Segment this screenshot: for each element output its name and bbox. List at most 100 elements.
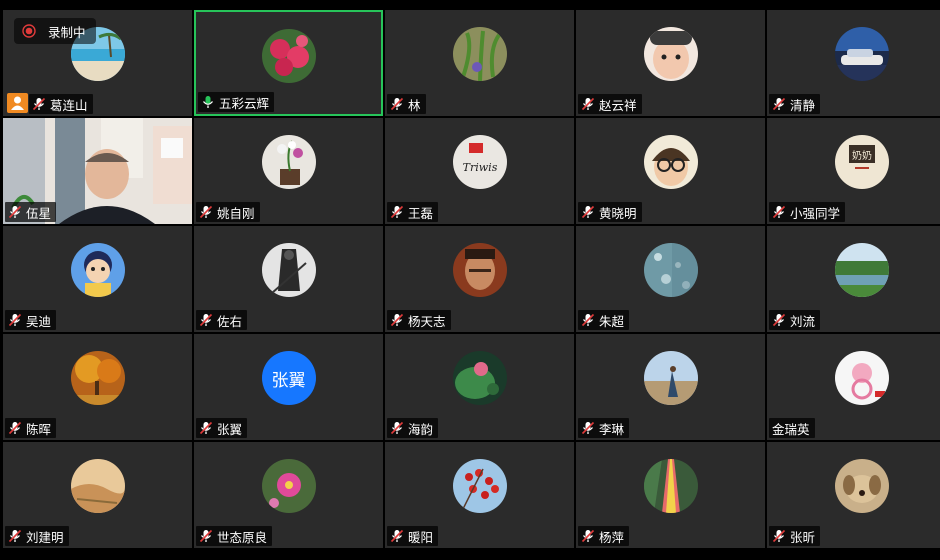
participant-tile[interactable]: 五彩云辉 (194, 10, 383, 116)
microphone-muted-icon (390, 313, 404, 327)
participant-name-tag: 金瑞英 (769, 418, 815, 438)
participant-name: 葛连山 (50, 97, 88, 113)
participant-tile[interactable]: 吴迪 (3, 226, 192, 332)
participant-tile[interactable]: 杨天志 (385, 226, 574, 332)
participant-name-tag: 张翼 (196, 418, 248, 438)
participant-name-tag: 李琳 (578, 418, 630, 438)
microphone-muted-icon (581, 529, 595, 543)
microphone-muted-icon (390, 205, 404, 219)
avatar (834, 27, 889, 81)
svg-text:奶奶: 奶奶 (852, 150, 872, 162)
participant-tile[interactable]: 黄晓明 (576, 118, 765, 224)
participant-tile[interactable]: 林 (385, 10, 574, 116)
microphone-muted-icon (581, 205, 595, 219)
microphone-muted-icon (199, 205, 213, 219)
microphone-muted-icon (8, 313, 22, 327)
participant-tile[interactable]: 刘建明 (3, 442, 192, 548)
participant-name-tag: 杨天志 (387, 310, 451, 330)
participant-tile[interactable]: 杨萍 (576, 442, 765, 548)
recording-label: 录制中 (48, 24, 86, 40)
microphone-muted-icon (8, 529, 22, 543)
participant-name: 吴迪 (26, 313, 52, 329)
microphone-muted-icon (581, 313, 595, 327)
participant-name-tag: 清静 (769, 94, 821, 114)
avatar (70, 459, 125, 513)
participant-name-tag: 刘流 (769, 310, 821, 330)
participant-name-tag: 佐右 (196, 310, 248, 330)
microphone-icon (202, 96, 214, 108)
participant-tile[interactable]: 暖阳 (385, 442, 574, 548)
participant-name: 黄晓明 (599, 205, 637, 221)
avatar (261, 459, 316, 513)
avatar (261, 29, 316, 83)
participant-name: 杨萍 (599, 529, 625, 545)
recording-indicator[interactable]: 录制中 (14, 18, 96, 44)
microphone-muted-icon (772, 205, 786, 219)
avatar: 张翼 (261, 351, 316, 405)
participant-name: 张昕 (790, 529, 816, 545)
participant-tile[interactable]: 陈晖 (3, 334, 192, 440)
participant-name: 刘流 (790, 313, 816, 329)
participant-tile[interactable]: 伍星 (3, 118, 192, 224)
microphone-muted-icon (8, 205, 22, 219)
participant-name-tag: 黄晓明 (578, 202, 642, 222)
participant-tile[interactable]: 刘流 (767, 226, 940, 332)
participant-name-tag: 赵云祥 (578, 94, 642, 114)
microphone-muted-icon (390, 529, 404, 543)
svg-text:Triwis: Triwis (462, 161, 497, 174)
avatar: 奶奶 (834, 135, 889, 189)
avatar (452, 243, 507, 297)
participant-tile[interactable]: 海韵 (385, 334, 574, 440)
participant-name: 刘建明 (26, 529, 64, 545)
participant-tile[interactable]: 奶奶小强同学 (767, 118, 940, 224)
participant-name: 清静 (790, 97, 816, 113)
participant-name: 姚自刚 (217, 205, 255, 221)
participant-name-tag: 朱超 (578, 310, 630, 330)
avatar (261, 135, 316, 189)
avatar (70, 351, 125, 405)
participant-name: 世态原良 (217, 529, 268, 545)
avatar (834, 243, 889, 297)
participant-name: 金瑞英 (772, 421, 810, 437)
participant-name: 五彩云辉 (219, 95, 270, 111)
participant-tile[interactable]: 世态原良 (194, 442, 383, 548)
microphone-muted-icon (199, 313, 213, 327)
microphone-muted-icon (581, 97, 595, 111)
microphone-muted-icon (390, 421, 404, 435)
participant-name: 赵云祥 (599, 97, 637, 113)
participant-name-tag: 小强同学 (769, 202, 846, 222)
participant-name-tag: 陈晖 (5, 418, 57, 438)
participant-tile[interactable]: 姚自刚 (194, 118, 383, 224)
participant-tile[interactable]: 佐右 (194, 226, 383, 332)
avatar (452, 351, 507, 405)
avatar (643, 351, 698, 405)
participant-tile[interactable]: 清静 (767, 10, 940, 116)
participant-name: 小强同学 (790, 205, 841, 221)
participant-name: 杨天志 (408, 313, 446, 329)
participant-name-tag: 王磊 (387, 202, 439, 222)
avatar (452, 459, 507, 513)
participant-tile[interactable]: 赵云祥 (576, 10, 765, 116)
participant-name-tag: 世态原良 (196, 526, 273, 546)
avatar (834, 459, 889, 513)
participant-tile[interactable]: 金瑞英 (767, 334, 940, 440)
participant-name: 王磊 (408, 205, 434, 221)
microphone-muted-icon (772, 529, 786, 543)
microphone-muted-icon (772, 313, 786, 327)
participant-tile[interactable]: 朱超 (576, 226, 765, 332)
participant-tile[interactable]: 张昕 (767, 442, 940, 548)
avatar (643, 27, 698, 81)
participant-grid: 葛连山 五彩云辉林赵云祥 清静 伍星 姚自刚 Triwis 王磊 黄晓明 奶奶 小强同学 吴迪 佐右杨… (0, 10, 940, 550)
participant-tile[interactable]: 李琳 (576, 334, 765, 440)
participant-name: 暖阳 (408, 529, 434, 545)
microphone-muted-icon (199, 529, 213, 543)
participant-name-tag: 张昕 (769, 526, 821, 546)
avatar (70, 243, 125, 297)
record-icon (22, 24, 36, 38)
participant-name-tag: 海韵 (387, 418, 439, 438)
host-badge-icon (7, 93, 28, 113)
avatar (643, 459, 698, 513)
microphone-muted-icon (390, 97, 404, 111)
participant-tile[interactable]: Triwis 王磊 (385, 118, 574, 224)
participant-tile[interactable]: 张翼 张翼 (194, 334, 383, 440)
